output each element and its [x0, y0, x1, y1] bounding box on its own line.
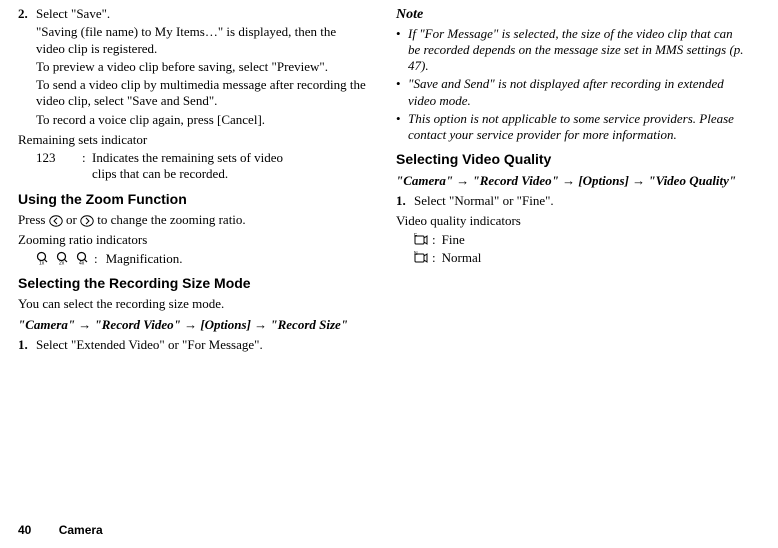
- record-size-intro: You can select the recording size mode.: [18, 296, 368, 312]
- remaining-sets-label: Remaining sets indicator: [18, 132, 368, 148]
- heading-video-quality: Selecting Video Quality: [396, 151, 746, 169]
- remaining-sets-def: 123 : Indicates the remaining sets of vi…: [36, 150, 368, 183]
- zoom-2x-icon: 2x: [56, 251, 70, 265]
- right-column: Note •If "For Message" is selected, the …: [396, 6, 746, 355]
- step-text: Select "Extended Video" or "For Message"…: [36, 337, 368, 353]
- step-text: Select "Save".: [36, 6, 368, 22]
- quality-normal-text: Normal: [442, 250, 482, 266]
- left-key-icon: [49, 215, 63, 227]
- quality-fine-text: Fine: [442, 232, 465, 248]
- record-size-path: "Camera" → "Record Video" → [Options] → …: [18, 317, 368, 333]
- zoom-text-pre: Press: [18, 212, 49, 227]
- zoom-4x-icon: 4x: [76, 251, 90, 265]
- note-text: This option is not applicable to some se…: [408, 111, 746, 144]
- note-item: •This option is not applicable to some s…: [396, 111, 746, 144]
- record-size-step-1: 1. Select "Extended Video" or "For Messa…: [18, 337, 368, 353]
- footer: 40 Camera: [18, 523, 103, 538]
- section-title: Camera: [59, 523, 103, 537]
- step-2-body-4: To record a voice clip again, press [Can…: [36, 112, 368, 128]
- note-heading: Note: [396, 6, 746, 24]
- colon: :: [94, 251, 98, 267]
- note-text: "Save and Send" is not displayed after r…: [408, 76, 746, 109]
- step-2-body-3: To send a video clip by multimedia messa…: [36, 77, 368, 110]
- colon: :: [432, 250, 436, 266]
- step-2: 2. Select "Save".: [18, 6, 368, 22]
- note-text: If "For Message" is selected, the size o…: [408, 26, 746, 75]
- left-column: 2. Select "Save". "Saving (file name) to…: [18, 6, 368, 355]
- step-number: 1.: [396, 193, 414, 209]
- remaining-desc-line2: clips that can be recorded.: [92, 166, 228, 181]
- zoom-indicator-row: 1x 2x 4x : Magnification.: [36, 251, 368, 267]
- step-text: Select "Normal" or "Fine".: [414, 193, 746, 209]
- svg-text:2x: 2x: [59, 260, 65, 265]
- zoom-magnification-text: Magnification.: [106, 251, 183, 267]
- quality-normal-row: N : Normal: [414, 250, 746, 266]
- video-quality-step-1: 1. Select "Normal" or "Fine".: [396, 193, 746, 209]
- quality-fine-row: F : Fine: [414, 232, 746, 248]
- colon: :: [82, 150, 92, 183]
- svg-text:N: N: [414, 251, 418, 257]
- remaining-sets-desc: Indicates the remaining sets of video cl…: [92, 150, 368, 183]
- video-quality-path: "Camera" → "Record Video" → [Options] → …: [396, 173, 746, 189]
- bullet-icon: •: [396, 26, 408, 75]
- quality-normal-icon: N: [414, 251, 428, 265]
- right-key-icon: [80, 215, 94, 227]
- zoom-text-mid: or: [66, 212, 80, 227]
- zoom-indicator-label: Zooming ratio indicators: [18, 232, 368, 248]
- zoom-text-post: to change the zooming ratio.: [97, 212, 245, 227]
- note-list: •If "For Message" is selected, the size …: [396, 26, 746, 144]
- quality-fine-icon: F: [414, 233, 428, 247]
- heading-zoom: Using the Zoom Function: [18, 191, 368, 209]
- step-2-body-1: "Saving (file name) to My Items…" is dis…: [36, 24, 368, 57]
- zoom-instruction: Press or to change the zooming ratio.: [18, 212, 368, 228]
- step-2-body-2: To preview a video clip before saving, s…: [36, 59, 368, 75]
- colon: :: [432, 232, 436, 248]
- remaining-sets-count: 123: [36, 150, 82, 183]
- step-number: 1.: [18, 337, 36, 353]
- bullet-icon: •: [396, 76, 408, 109]
- page-number: 40: [18, 523, 31, 537]
- svg-text:F: F: [414, 233, 417, 239]
- remaining-desc-line1: Indicates the remaining sets of video: [92, 150, 283, 165]
- note-item: •"Save and Send" is not displayed after …: [396, 76, 746, 109]
- note-item: •If "For Message" is selected, the size …: [396, 26, 746, 75]
- bullet-icon: •: [396, 111, 408, 144]
- svg-text:1x: 1x: [39, 260, 45, 265]
- quality-indicator-label: Video quality indicators: [396, 213, 746, 229]
- zoom-1x-icon: 1x: [36, 251, 50, 265]
- step-number: 2.: [18, 6, 36, 22]
- heading-record-size: Selecting the Recording Size Mode: [18, 275, 368, 293]
- svg-text:4x: 4x: [79, 260, 85, 265]
